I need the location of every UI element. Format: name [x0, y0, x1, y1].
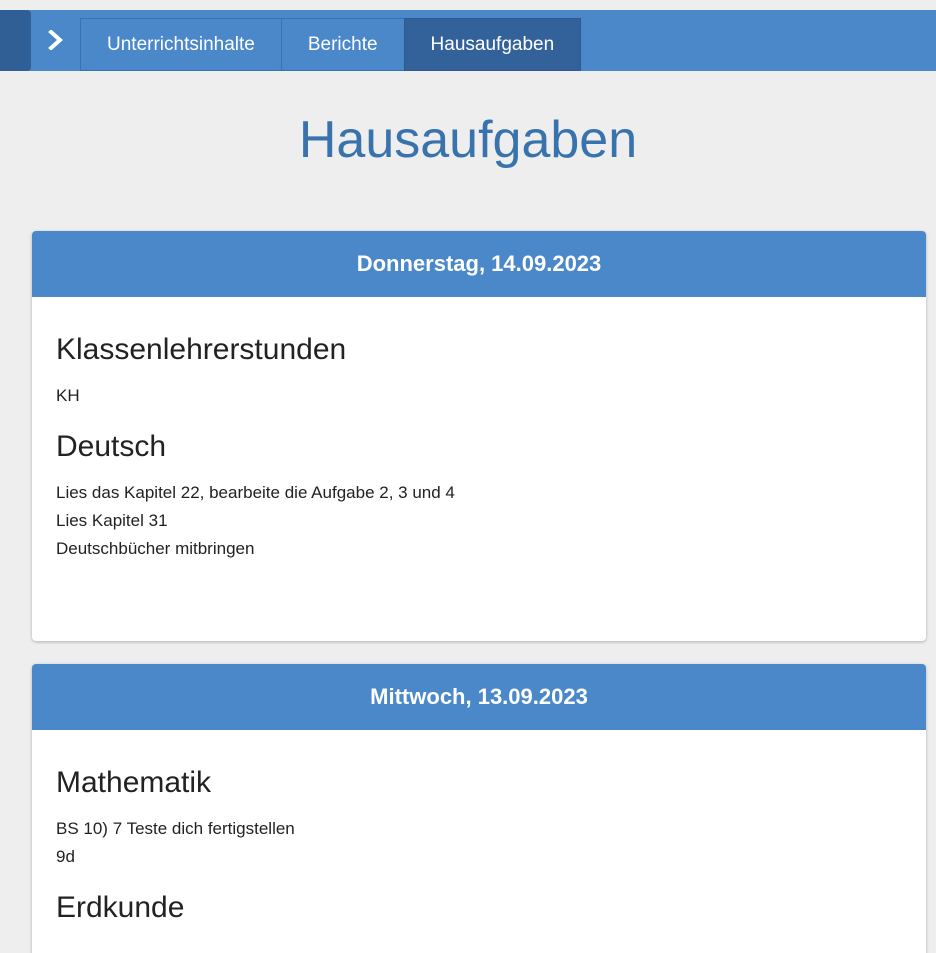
task-line: Deutschbücher mitbringen: [56, 539, 255, 558]
day-card-body: Mathematik BS 10) 7 Teste dich fertigste…: [32, 730, 926, 953]
subject-title: Deutsch: [56, 430, 167, 463]
tab-hausaufgaben[interactable]: Hausaufgaben: [403, 18, 582, 71]
day-date-header: Donnerstag, 14.09.2023: [32, 231, 926, 297]
task-line: BS 10) 7 Teste dich fertigstellen: [56, 819, 295, 838]
homework-day-card: Mittwoch, 13.09.2023 Mathematik BS 10) 7…: [32, 664, 926, 953]
page-title: Hausaufgaben: [298, 111, 638, 169]
page: Unterrichtsinhalte Berichte Hausaufgaben…: [0, 0, 936, 953]
subject-title: Erdkunde: [56, 891, 185, 924]
subject-title: Klassenlehrerstunden: [56, 333, 347, 366]
sidebar-toggle-edge[interactable]: [0, 10, 31, 71]
tab-bar: Unterrichtsinhalte Berichte Hausaufgaben: [80, 18, 582, 71]
homework-day-card: Donnerstag, 14.09.2023 Klassenlehrerstun…: [32, 231, 926, 641]
subject-block: Mathematik BS 10) 7 Teste dich fertigste…: [56, 766, 902, 871]
day-card-body: Klassenlehrerstunden KH Deutsch Lies das…: [32, 297, 926, 587]
subject-title: Mathematik: [56, 766, 212, 799]
day-date-header: Mittwoch, 13.09.2023: [32, 664, 926, 730]
tab-berichte[interactable]: Berichte: [280, 18, 404, 71]
task-line: Lies Kapitel 31: [56, 511, 168, 530]
subject-block: Klassenlehrerstunden KH: [56, 333, 902, 410]
task-line: KH: [56, 386, 80, 405]
task-line: Lies das Kapitel 22, bearbeite die Aufga…: [56, 483, 455, 502]
subject-block: Erdkunde: [56, 891, 902, 924]
tab-unterrichtsinhalte[interactable]: Unterrichtsinhalte: [80, 18, 281, 71]
top-navigation-bar: Unterrichtsinhalte Berichte Hausaufgaben: [0, 10, 936, 71]
subject-block: Deutsch Lies das Kapitel 22, bearbeite d…: [56, 430, 902, 563]
chevron-right-icon[interactable]: [41, 26, 71, 54]
task-line: 9d: [56, 847, 75, 866]
